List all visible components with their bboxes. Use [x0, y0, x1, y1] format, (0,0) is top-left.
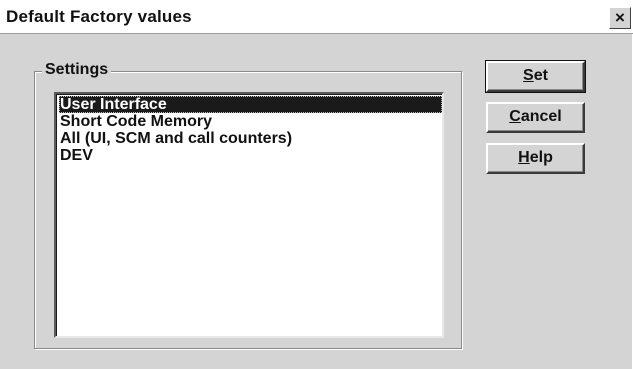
set-button[interactable]: Set [485, 60, 586, 93]
set-button-mnemonic: S [523, 67, 534, 84]
help-button-label: elp [529, 149, 553, 166]
settings-listbox[interactable]: User Interface Short Code Memory All (UI… [54, 92, 444, 338]
cancel-button[interactable]: Cancel [486, 102, 585, 133]
dialog-window: Default Factory values × Settings User I… [0, 0, 633, 369]
list-item-user-interface[interactable]: User Interface [59, 96, 442, 113]
cancel-button-mnemonic: C [509, 108, 521, 125]
close-icon: × [615, 8, 625, 27]
set-button-label: et [533, 67, 548, 84]
list-item-short-code-memory[interactable]: Short Code Memory [59, 113, 212, 130]
list-item-dev[interactable]: DEV [59, 147, 93, 164]
help-button[interactable]: Help [486, 143, 585, 174]
help-button-mnemonic: H [518, 149, 530, 166]
list-item-all[interactable]: All (UI, SCM and call counters) [59, 130, 292, 147]
settings-group-label: Settings [42, 61, 112, 79]
cancel-button-label: ancel [520, 108, 562, 125]
close-button[interactable]: × [609, 7, 631, 29]
window-title: Default Factory values [6, 7, 192, 26]
title-bar[interactable]: Default Factory values × [0, 0, 633, 34]
